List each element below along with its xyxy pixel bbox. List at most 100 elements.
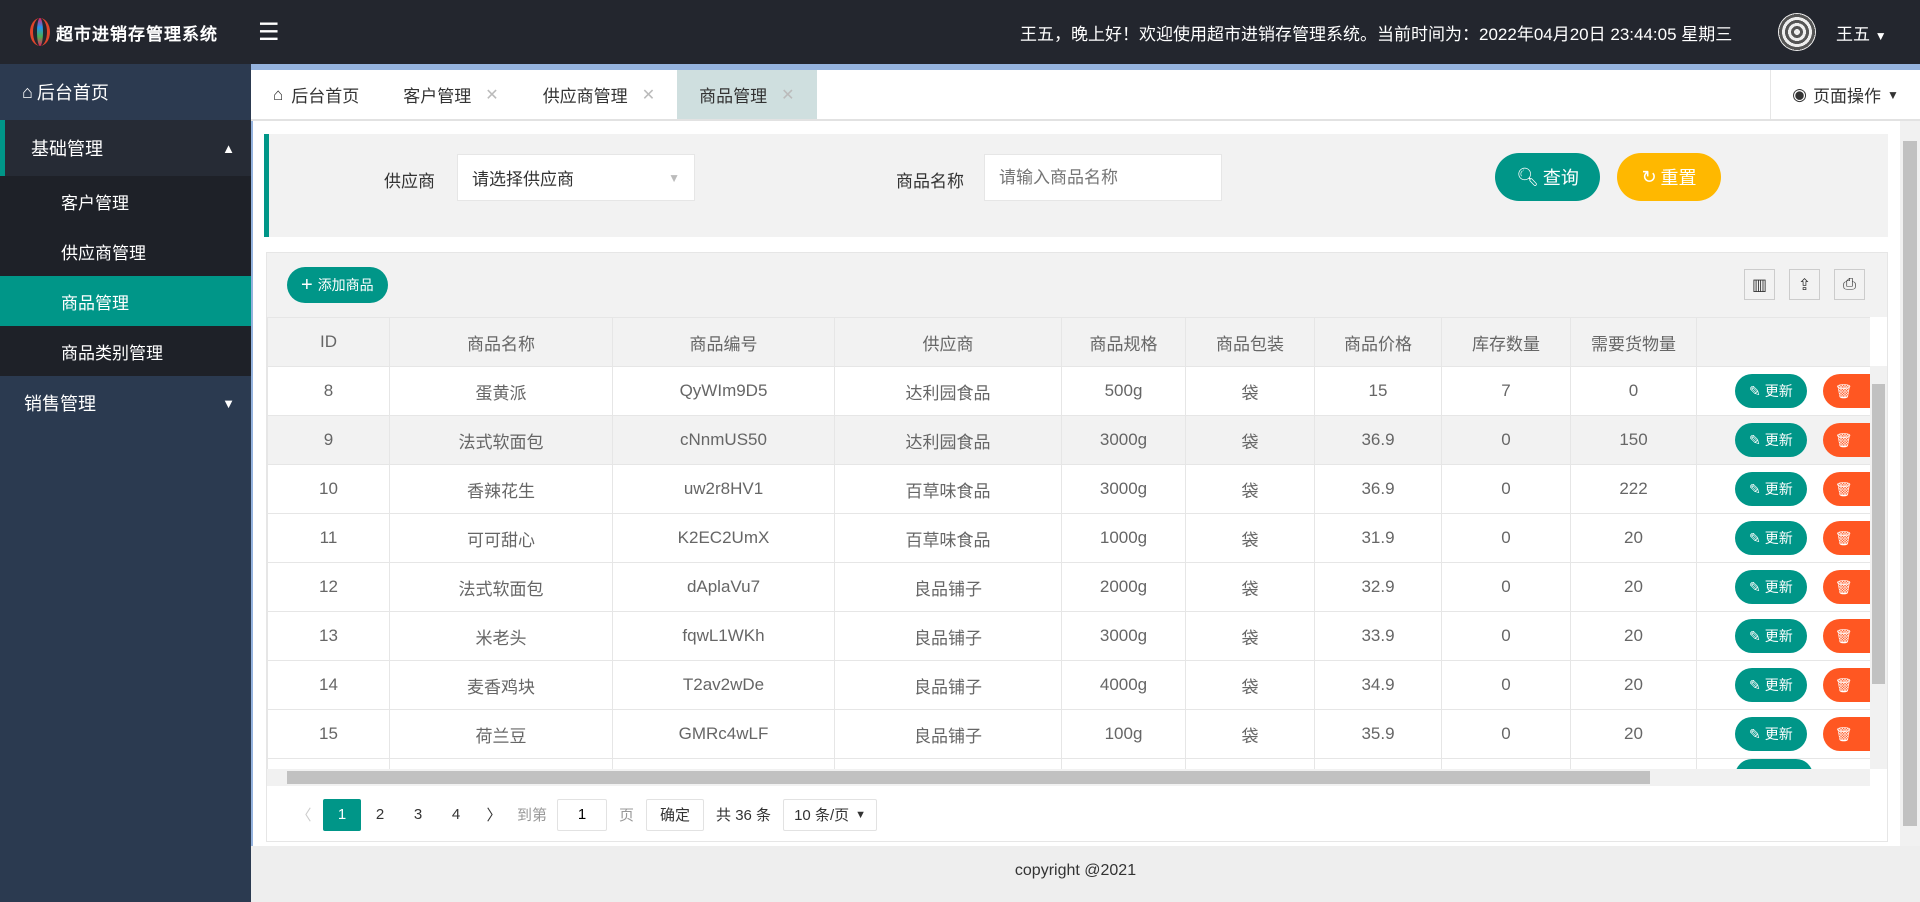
table-row[interactable]: 14 麦香鸡块 T2av2wDe 良品铺子 4000g 袋 34.9 0 20 ✎ 更新 🗑︎ — [267, 660, 1870, 710]
delete-button[interactable]: 🗑︎ — [1822, 668, 1870, 702]
columns-filter-icon[interactable]: ▥ — [1744, 269, 1775, 300]
app-logo[interactable]: 超市进销存管理系统 — [30, 18, 218, 46]
top-header: 超市进销存管理系统 ☰ 王五，晚上好！欢迎使用超市进销存管理系统。当前时间为：2… — [0, 0, 1920, 64]
table-cell: 0 — [1570, 366, 1697, 416]
scrollbar-thumb[interactable] — [1872, 384, 1885, 684]
sidebar-item-home[interactable]: ⌂ 后台首页 — [0, 64, 251, 120]
menu-toggle-icon[interactable]: ☰ — [258, 18, 280, 47]
table-cell: 蛋黄派 — [389, 366, 613, 416]
table-row[interactable]: 12 法式软面包 dAplaVu7 良品铺子 2000g 袋 32.9 0 20 ✎ 更新 🗑︎ — [267, 562, 1870, 612]
table-row[interactable]: 15 荷兰豆 GMRc4wLF 良品铺子 100g 袋 35.9 0 20 ✎ 更新 🗑︎ — [267, 709, 1870, 759]
sidebar-item-goods[interactable]: 商品管理 — [0, 276, 251, 326]
avatar[interactable] — [1778, 13, 1816, 51]
page-3-button[interactable]: 3 — [399, 799, 437, 831]
sidebar-group-sales[interactable]: 销售管理 ▼ — [0, 376, 251, 430]
table-row[interactable]: 10 香辣花生 uw2r8HV1 百草味食品 3000g 袋 36.9 0 222 ✎ 更新 🗑︎ — [267, 464, 1870, 514]
query-button[interactable]: 🔍︎ 查询 — [1495, 153, 1600, 201]
close-icon[interactable]: ✕ — [642, 85, 655, 105]
table-horizontal-scrollbar[interactable] — [267, 769, 1870, 786]
table-row[interactable]: 13 米老头 fqwL1WKh 良品铺子 3000g 袋 33.9 0 20 ✎ 更新 🗑︎ — [267, 611, 1870, 661]
greeting-text: 王五，晚上好！欢迎使用超市进销存管理系统。当前时间为：2022年04月20日 2… — [1020, 25, 1733, 44]
goods-name-input[interactable] — [984, 154, 1222, 201]
update-button[interactable]: ✎ 更新 — [1735, 619, 1807, 653]
delete-button[interactable]: 🗑︎ — [1822, 570, 1870, 604]
update-button[interactable]: ✎ 更新 — [1735, 668, 1807, 702]
scrollbar-thumb[interactable] — [1903, 141, 1917, 826]
page-operations-menu[interactable]: ◉ 页面操作 ▼ — [1770, 70, 1920, 119]
table-row[interactable]: 11 可可甜心 K2EC2UmX 百草味食品 1000g 袋 31.9 0 20 ✎ 更新 🗑︎ — [267, 513, 1870, 563]
export-icon[interactable]: ⇪ — [1789, 269, 1820, 300]
close-icon[interactable]: ✕ — [781, 85, 794, 105]
table-cell — [1570, 758, 1697, 769]
username: 王五 — [1836, 25, 1870, 44]
page-4-button[interactable]: 4 — [437, 799, 475, 831]
sidebar-item-suppliers[interactable]: 供应商管理 — [0, 226, 251, 276]
page-1-button[interactable]: 1 — [323, 798, 361, 831]
table-cell: 7 — [1441, 366, 1571, 416]
update-label: 更新 — [1764, 726, 1793, 742]
table-cell: 20 — [1570, 562, 1697, 612]
prev-page-icon[interactable]: 〈 — [285, 799, 323, 831]
update-button[interactable]: ✎ 更新 — [1735, 423, 1807, 457]
table-row[interactable]: 9 法式软面包 cNnmUS50 达利园食品 3000g 袋 36.9 0 150 ✎ 更新 🗑︎ — [267, 415, 1870, 465]
radio-dot-icon: ◉ — [1792, 84, 1807, 104]
tab-goods[interactable]: 商品管理 ✕ — [677, 70, 817, 119]
table-cell: 100g — [1061, 709, 1186, 759]
update-button[interactable]: ✎ 更新 — [1735, 472, 1807, 506]
add-goods-button[interactable]: + 添加商品 — [287, 267, 388, 303]
tab-suppliers[interactable]: 供应商管理 ✕ — [521, 70, 677, 119]
user-menu[interactable]: 王五 ▼ — [1836, 20, 1887, 45]
goods-table-panel: + 添加商品 ▥ ⇪ ⎙ ID 商品名称 商品编号 供应商 商品规格 商品包装 商品价格 库存数… — [266, 252, 1888, 842]
delete-button[interactable]: 🗑︎ — [1822, 374, 1870, 408]
update-button[interactable]: ✎ 更新 — [1735, 374, 1807, 408]
table-cell: 20 — [1570, 709, 1697, 759]
table-cell: 0 — [1441, 415, 1571, 465]
page-2-button[interactable]: 2 — [361, 799, 399, 831]
delete-button[interactable]: 🗑︎ — [1822, 717, 1870, 751]
column-header: 商品名称 — [389, 317, 613, 367]
scrollbar-thumb[interactable] — [287, 771, 1650, 784]
update-label: 更新 — [1764, 432, 1793, 448]
table-cell: uw2r8HV1 — [612, 464, 835, 514]
table-cell: 31.9 — [1314, 513, 1442, 563]
trash-icon: 🗑︎ — [1834, 726, 1853, 742]
table-cell: 袋 — [1185, 660, 1315, 710]
table-cell: 袋 — [1185, 562, 1315, 612]
page-scrollbar[interactable] — [1900, 121, 1920, 846]
delete-button[interactable]: 🗑︎ — [1822, 521, 1870, 555]
footer: copyright @2021 — [1014, 862, 1137, 879]
tab-bar: ⌂ 后台首页 客户管理 ✕ 供应商管理 ✕ 商品管理 ✕ ◉ 页面操作 ▼ — [251, 70, 1920, 121]
search-icon: 🔍︎ — [1516, 166, 1539, 187]
next-page-icon[interactable]: 〉 — [475, 799, 513, 831]
table-cell: 3000g — [1061, 611, 1186, 661]
confirm-button[interactable]: 确定 — [646, 798, 705, 831]
delete-button[interactable]: 🗑︎ — [1822, 472, 1870, 506]
goto-page-input[interactable] — [557, 798, 608, 831]
table-vertical-scrollbar[interactable] — [1870, 366, 1887, 769]
print-icon[interactable]: ⎙ — [1834, 269, 1865, 300]
update-button[interactable]: ✎ 更新 — [1735, 521, 1807, 555]
sidebar-item-goods-category[interactable]: 商品类别管理 — [0, 326, 251, 376]
supplier-select[interactable]: 请选择供应商 ▼ — [457, 154, 695, 201]
sidebar-item-label: 销售管理 — [24, 394, 96, 414]
actions-cell: ✎ 更新 🗑︎ — [1696, 562, 1870, 612]
close-icon[interactable]: ✕ — [485, 85, 498, 105]
table-cell: 33.9 — [1314, 611, 1442, 661]
reset-button[interactable]: ↻ 重置 — [1617, 153, 1721, 201]
tab-customers[interactable]: 客户管理 ✕ — [381, 70, 520, 119]
table-cell: 达利园食品 — [834, 366, 1062, 416]
update-button[interactable] — [1735, 759, 1813, 769]
pencil-icon: ✎ — [1749, 627, 1761, 644]
page-size-select[interactable]: 10 条/页 ▼ — [783, 798, 878, 831]
update-button[interactable]: ✎ 更新 — [1735, 570, 1807, 604]
tab-home[interactable]: ⌂ 后台首页 — [251, 70, 381, 119]
delete-button[interactable]: 🗑︎ — [1822, 423, 1870, 457]
delete-button[interactable]: 🗑︎ — [1822, 619, 1870, 653]
update-button[interactable]: ✎ 更新 — [1735, 717, 1807, 751]
table-cell: 良品铺子 — [834, 660, 1062, 710]
table-cell: 袋 — [1185, 513, 1315, 563]
sidebar-group-basic[interactable]: 基础管理 ▲ — [0, 120, 251, 176]
sidebar-item-customers[interactable]: 客户管理 — [0, 176, 251, 226]
table-row[interactable]: 8 蛋黄派 QyWIm9D5 达利园食品 500g 袋 15 7 0 ✎ 更新 🗑︎ — [267, 366, 1870, 416]
table-cell: 20 — [1570, 611, 1697, 661]
